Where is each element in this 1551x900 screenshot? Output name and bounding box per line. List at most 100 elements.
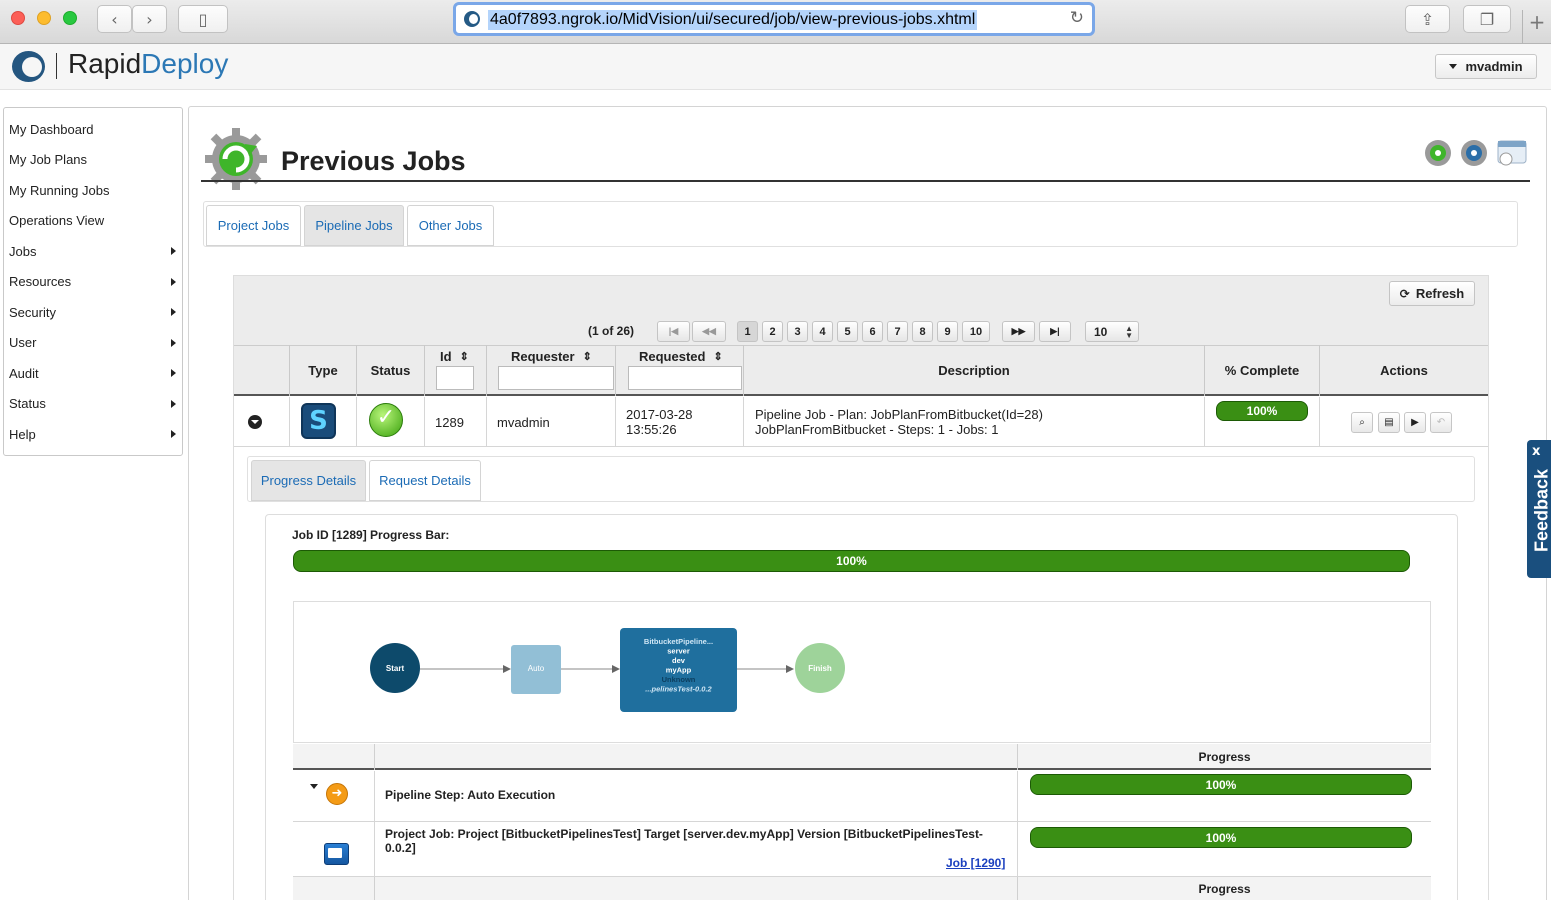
flow-auto-label: Auto [528,664,545,673]
requester-filter-input[interactable] [498,366,614,390]
col-status: Status [356,345,424,396]
sidebar-item-operations-view[interactable]: Operations View [4,206,182,237]
pager-prev-button[interactable]: ◀◀ [692,321,726,342]
pager-page-6[interactable]: 6 [862,321,883,342]
tabs-icon: ❐ [1479,9,1495,29]
row-description: Pipeline Job - Plan: JobPlanFromBitbucke… [755,407,1043,437]
col-type: Type [289,345,356,396]
user-name: mvadmin [1465,59,1523,74]
sidebar-toggle-button[interactable]: ▯ [178,5,228,33]
logo-divider [56,53,57,79]
feedback-label: Feedback [1531,468,1551,553]
close-window-icon[interactable] [11,11,25,25]
step-divider [1017,822,1018,877]
document-icon: ▤ [1384,417,1394,428]
caret-down-icon [1449,64,1458,69]
brand-suffix: Deploy [141,48,229,79]
refresh-button[interactable]: ⟳ Refresh [1389,281,1475,306]
job-progress-bar: 100% [293,550,1410,572]
sidebar-item-resources[interactable]: Resources [4,267,182,298]
sidebar-item-user[interactable]: User [4,328,182,359]
tab-request-details[interactable]: Request Details [369,460,481,501]
minimize-window-icon[interactable] [37,11,51,25]
col-requested[interactable]: Requested ⇕ [639,349,723,364]
sidebar-item-status[interactable]: Status [4,389,182,420]
sidebar-item-my-dashboard[interactable]: My Dashboard [4,114,182,145]
step-collapse-toggle-icon[interactable] [310,784,318,789]
brand-name[interactable]: RapidDeploy [68,48,228,80]
undo-action-button[interactable]: ↶ [1430,412,1452,433]
pager-page-8[interactable]: 8 [912,321,933,342]
id-filter-input[interactable] [436,366,474,390]
sidebar-item-label: Resources [9,274,72,290]
row-expand-toggle-icon[interactable] [248,415,262,429]
feedback-tab[interactable]: x Feedback [1527,440,1551,578]
flow-job-label-line: server [667,647,690,656]
pager-page-7[interactable]: 7 [887,321,908,342]
rapiddeploy-logo-icon[interactable] [12,51,45,82]
sidebar-item-label: My Dashboard [9,121,94,137]
forward-button[interactable]: › [132,5,167,33]
pager-page-1[interactable]: 1 [737,321,758,342]
share-button[interactable]: ⇪ [1405,5,1450,33]
sidebar-item-jobs[interactable]: Jobs [4,236,182,267]
reload-icon[interactable]: ↻ [1070,8,1084,28]
undo-icon: ↶ [1436,417,1446,428]
tab-other-jobs[interactable]: Other Jobs [407,205,494,246]
back-button[interactable]: ‹ [97,5,132,33]
sidebar-item-my-running-jobs[interactable]: My Running Jobs [4,175,182,206]
row-description-cell: Pipeline Job - Plan: JobPlanFromBitbucke… [743,397,1204,447]
page-size-select[interactable]: 10 ▲ ▼ [1085,321,1139,342]
step-text: Project Job: Project [BitbucketPipelines… [385,827,983,855]
sidebar-item-label: Audit [9,365,39,381]
play-action-button[interactable]: ▶ [1404,412,1426,433]
col-requester[interactable]: Requester ⇕ [511,349,592,364]
tabs-overview-button[interactable]: ❐ [1463,5,1511,33]
sort-icon: ⇕ [713,351,723,363]
requested-filter-input[interactable] [628,366,742,390]
document-action-button[interactable]: ▤ [1378,412,1400,433]
new-tab-button[interactable]: + [1522,10,1551,44]
submenu-arrow-icon [171,430,176,439]
tab-pipeline-jobs[interactable]: Pipeline Jobs [304,205,404,246]
job-link[interactable]: Job [1290] [946,856,1005,870]
steps-col-progress-2: Progress [1017,877,1431,900]
job-progress-text: 100% [836,554,867,568]
flow-start-label: Start [386,664,405,673]
tab-progress-details[interactable]: Progress Details [251,460,366,501]
address-bar[interactable]: 4a0f7893.ngrok.io/MidVision/ui/secured/j… [453,2,1095,36]
sidebar-item-label: Security [9,304,56,320]
pager-page-5[interactable]: 5 [837,321,858,342]
refresh-label: Refresh [1415,286,1465,301]
pager-next-button[interactable]: ▶▶ [1002,321,1035,342]
step-progress-bar: 100% [1030,827,1412,848]
sidebar-item-my-job-plans[interactable]: My Job Plans [4,145,182,176]
zoom-window-icon[interactable] [63,11,77,25]
col-id[interactable]: Id ⇕ [440,349,469,364]
pager-page-3[interactable]: 3 [787,321,808,342]
close-icon[interactable]: x [1532,444,1540,459]
chevron-left-icon: ‹ [111,9,118,29]
calendar-icon [1497,140,1527,166]
pager-page-9[interactable]: 9 [937,321,958,342]
pager-page-2[interactable]: 2 [762,321,783,342]
sidebar-item-security[interactable]: Security [4,297,182,328]
pager-last-button[interactable]: ▶| [1039,321,1071,342]
step-divider [374,771,375,822]
magnify-action-button[interactable]: ⌕ [1351,412,1373,433]
success-check-icon [369,403,403,437]
sidebar-item-label: User [9,335,37,351]
sidebar-icon: ▯ [198,9,208,29]
sidebar-item-help[interactable]: Help [4,419,182,450]
tab-project-jobs[interactable]: Project Jobs [206,205,301,246]
share-icon: ⇪ [1420,9,1435,29]
pager-first-button[interactable]: |◀ [657,321,690,342]
url-text[interactable]: 4a0f7893.ngrok.io/MidVision/ui/secured/j… [488,10,978,30]
page-title: Previous Jobs [281,146,466,176]
pager-page-4[interactable]: 4 [812,321,833,342]
play-icon: ▶ [1411,417,1419,428]
pager-page-10[interactable]: 10 [962,321,990,342]
flow-finish-label: Finish [808,664,832,673]
user-menu-button[interactable]: mvadmin [1435,54,1537,79]
sidebar-item-audit[interactable]: Audit [4,358,182,389]
